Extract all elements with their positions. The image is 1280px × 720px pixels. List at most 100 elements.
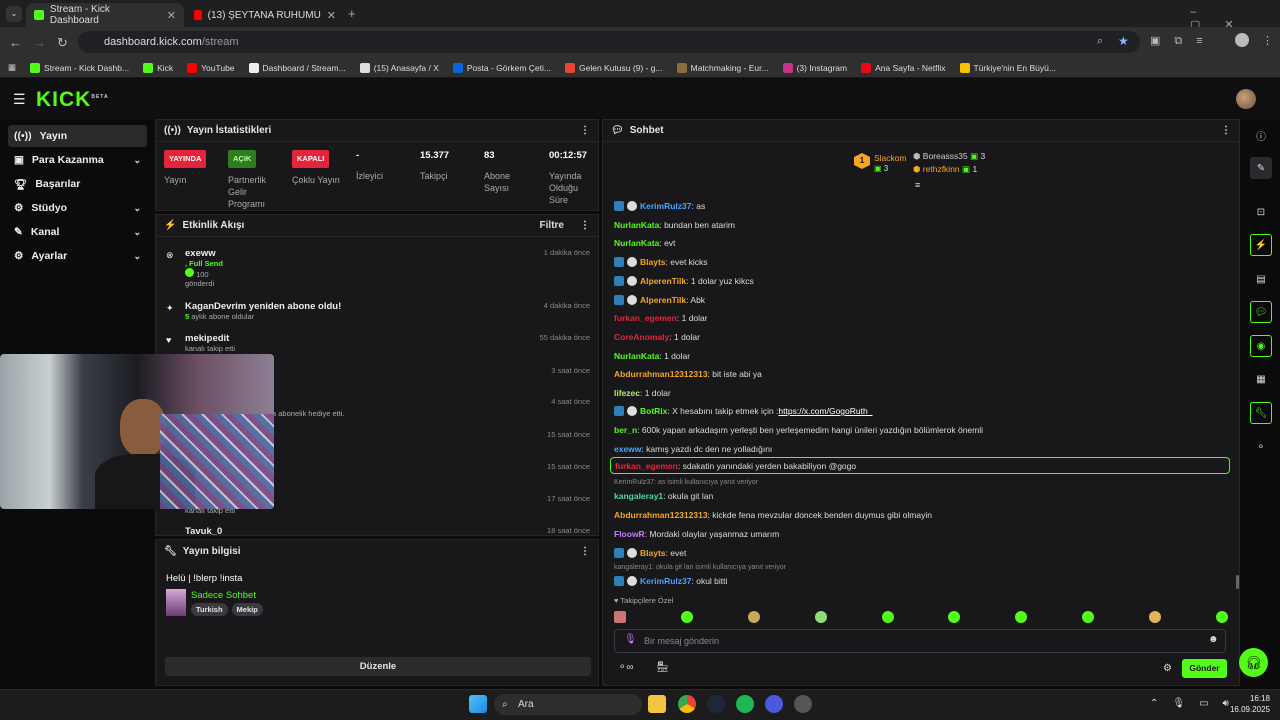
kick-logo[interactable]: KICKBETA: [36, 88, 109, 112]
chat-message[interactable]: KerimRulz37: okul bitti: [614, 576, 727, 586]
chat-username[interactable]: NurlanKata: [614, 351, 659, 361]
chat-username[interactable]: NurlanKata: [614, 238, 659, 248]
bookmark-item[interactable]: Türkiye'nin En Büyü...: [959, 62, 1056, 73]
clock[interactable]: 16:18 16.09.2025: [1225, 693, 1270, 715]
chat-username[interactable]: FloowR: [614, 529, 645, 539]
info-icon[interactable]: ⓘ: [1250, 124, 1272, 146]
bookmark-star-icon[interactable]: ★: [1118, 34, 1129, 48]
file-explorer-icon[interactable]: [648, 695, 666, 713]
more-options-icon[interactable]: ⋮: [1221, 125, 1231, 136]
chat-username[interactable]: ber_n: [614, 425, 637, 435]
chat-username[interactable]: exeww: [614, 444, 641, 454]
expand-leaderboard-icon[interactable]: ≡: [915, 180, 920, 190]
close-tab-icon[interactable]: ✕: [167, 9, 176, 22]
close-tab-icon[interactable]: ✕: [327, 9, 336, 22]
chat-message[interactable]: Blayts: evet: [614, 548, 686, 558]
more-options-icon[interactable]: ⋮: [580, 546, 590, 557]
emote[interactable]: [747, 611, 760, 623]
extension-icons[interactable]: ▣⧉≡: [1150, 34, 1217, 48]
chat-message[interactable]: exeww: kamış yazdı dc den ne yolladığını: [614, 444, 772, 454]
bookmark-item[interactable]: (15) Anasayfa / X: [359, 62, 439, 73]
app-icon[interactable]: [765, 695, 783, 713]
chrome-icon[interactable]: [678, 695, 696, 713]
bookmark-item[interactable]: YouTube: [187, 62, 235, 73]
tag[interactable]: Mekip: [231, 603, 263, 616]
more-options-icon[interactable]: ⋮: [580, 125, 590, 136]
chat-username[interactable]: kangaleray1: [614, 491, 663, 501]
chat-message[interactable]: KerimRulz37: as: [614, 201, 705, 211]
chat-username[interactable]: AlperenTilk: [640, 276, 686, 286]
bookmark-item[interactable]: Stream - Kick Dashb...: [30, 62, 129, 73]
filter-button[interactable]: Filtre: [540, 220, 564, 231]
bookmark-item[interactable]: Matchmaking - Eur...: [676, 62, 769, 73]
emoji-icon[interactable]: ☻: [1208, 634, 1219, 645]
sidebar-item-basarilar[interactable]: 🏆︎ Başarılar: [8, 173, 147, 195]
chat-username[interactable]: KerimRulz37: [640, 576, 692, 586]
sidebar-item-kanal[interactable]: ✎ Kanal ⌄: [8, 221, 147, 243]
reload-icon[interactable]: ↻: [57, 35, 68, 51]
spotify-icon[interactable]: [736, 695, 754, 713]
chat-message[interactable]: furkan_egemen: sdakatin yanındaki yerden…: [610, 457, 1230, 474]
lightning-icon[interactable]: ⚡: [1250, 234, 1272, 256]
dashboard-icon[interactable]: ▦: [1250, 368, 1272, 390]
emote[interactable]: [948, 611, 961, 623]
edit-button[interactable]: Düzenle: [165, 657, 591, 676]
leader-1-name[interactable]: Slackom: [874, 153, 907, 163]
chat-username[interactable]: BotRix: [640, 406, 667, 416]
steam-icon[interactable]: [707, 695, 725, 713]
broadcast-icon[interactable]: ◉: [1250, 335, 1272, 357]
chat-username[interactable]: lifezec: [614, 388, 640, 398]
wrench-icon[interactable]: 🔧︎: [1250, 402, 1272, 424]
new-tab-icon[interactable]: +: [348, 6, 356, 21]
chat-username[interactable]: AlperenTilk: [640, 295, 686, 305]
bookmark-item[interactable]: (3) Instagram: [782, 62, 847, 73]
category-name[interactable]: Sadece Sohbet: [191, 590, 256, 601]
tab-youtube[interactable]: (13) ŞEYTANA RUHUMUZU SAT ✕: [186, 3, 344, 27]
chat-message[interactable]: NurlanKata: bundan ben atarim: [614, 220, 735, 230]
capture-icon[interactable]: ⊡: [1250, 201, 1272, 223]
community-icon[interactable]: ⚬∞: [618, 662, 634, 673]
chat-message[interactable]: kangaleray1: okula git lan: [614, 491, 713, 501]
tab-kick-dashboard[interactable]: Stream - Kick Dashboard ✕: [26, 3, 184, 27]
tag[interactable]: Turkish: [191, 603, 228, 616]
chat-message[interactable]: ber_n: 600k yapan arkadaşım yerleşti ben…: [614, 425, 983, 435]
chat-username[interactable]: Blayts: [640, 548, 666, 558]
emote[interactable]: [614, 611, 626, 623]
chat-message[interactable]: Abdurrahman12312313: bit iste abi ya: [614, 369, 762, 379]
chat-bubble-icon[interactable]: 💬︎: [1250, 301, 1272, 323]
menu-icon[interactable]: ⋮: [1262, 34, 1273, 47]
store-icon[interactable]: 🏪︎: [656, 662, 669, 673]
taskbar-search[interactable]: ⌕ Ara: [494, 694, 642, 715]
sidebar-item-ayarlar[interactable]: ⚙ Ayarlar ⌄: [8, 245, 147, 267]
leader-3[interactable]: ⬢ rethzfkinn ▣ 1: [913, 164, 977, 175]
back-icon[interactable]: ←: [9, 35, 22, 50]
support-headset-icon[interactable]: 🎧︎: [1239, 648, 1268, 677]
hamburger-menu-icon[interactable]: ☰: [13, 91, 26, 108]
apps-icon[interactable]: ▦: [8, 62, 16, 73]
chat-message[interactable]: BotRix: X hesabını takip etmek için : ht…: [614, 406, 872, 416]
chat-settings-icon[interactable]: ⚙: [1163, 663, 1172, 674]
chat-message[interactable]: Abdurrahman12312313: kickde fena mevzula…: [614, 510, 932, 520]
edit-pencil-icon[interactable]: ✎: [1250, 157, 1272, 179]
chat-username[interactable]: CoreAnomaly: [614, 332, 669, 342]
chat-message[interactable]: NurlanKata: evt: [614, 238, 675, 248]
chat-username[interactable]: Blayts: [640, 257, 666, 267]
microphone-icon[interactable]: 🎙︎: [624, 634, 637, 645]
start-icon[interactable]: [469, 695, 487, 713]
chat-message[interactable]: furkan_egemen: 1 dolar: [614, 313, 708, 323]
emote[interactable]: [1215, 611, 1228, 623]
leader-2[interactable]: ⬢ Boreasss35 ▣ 3: [913, 151, 985, 162]
chat-scrollbar[interactable]: [1236, 575, 1239, 589]
emote[interactable]: [1082, 611, 1095, 623]
sidebar-item-para-kazanma[interactable]: ▣ Para Kazanma ⌄: [8, 149, 147, 171]
zoom-icon[interactable]: ⌕: [1097, 35, 1103, 48]
chat-username[interactable]: furkan_egemen: [614, 313, 677, 323]
chat-username[interactable]: Abdurrahman12312313: [614, 369, 708, 379]
user-avatar[interactable]: [1236, 89, 1256, 109]
chat-message[interactable]: AlperenTilk: 1 dolar yuz kikcs: [614, 276, 754, 286]
chat-message[interactable]: Blayts: evet kicks: [614, 257, 708, 267]
chat-message[interactable]: NurlanKata: 1 dolar: [614, 351, 690, 361]
chat-message[interactable]: AlperenTilk: Abk: [614, 295, 705, 305]
bookmark-item[interactable]: Kick: [143, 62, 173, 73]
chat-message[interactable]: FloowR: Mordaki olaylar yaşanmaz umarım: [614, 529, 779, 539]
